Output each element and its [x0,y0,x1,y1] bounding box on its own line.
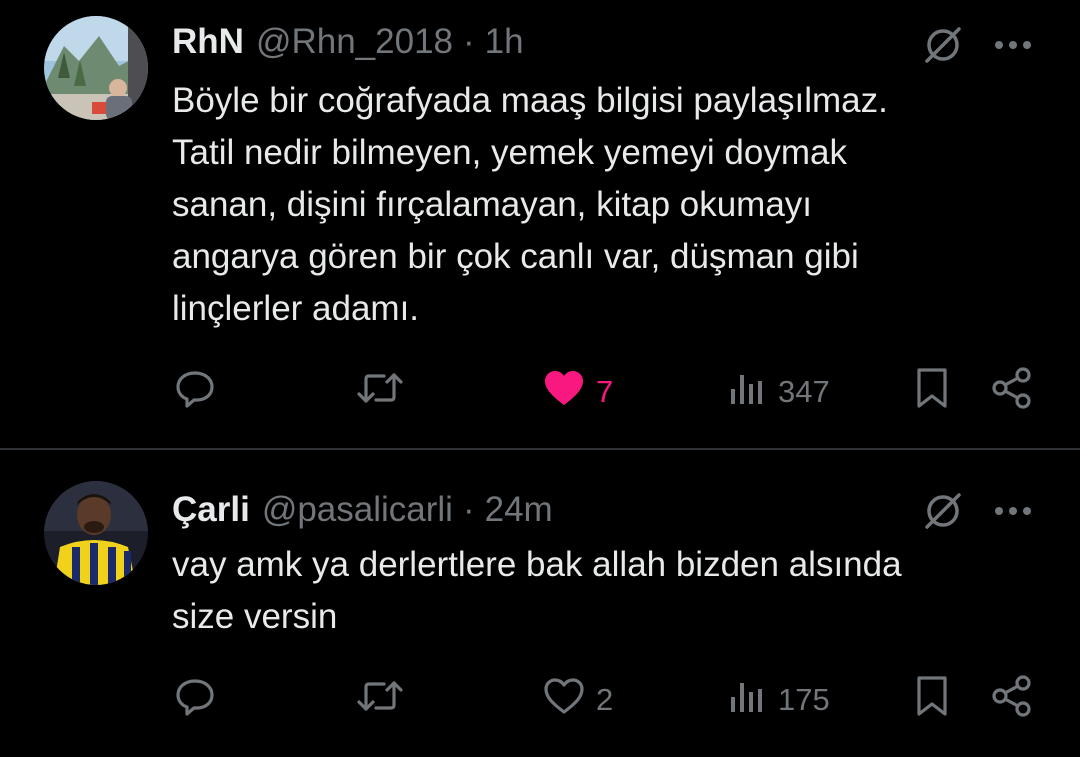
tweet-text-line: linçlerler adamı. [172,289,420,328]
tweet-header: RhN @Rhn_2018 · 1h [172,20,524,64]
username-handle[interactable]: @Rhn_2018 [256,22,453,62]
tweet[interactable]: RhN @Rhn_2018 · 1h Böyle bir coğrafyada … [0,0,1080,449]
avatar[interactable] [44,16,148,120]
view-count: 175 [778,682,830,717]
retweet-button[interactable] [356,678,404,722]
like-button[interactable]: 2 [542,678,613,722]
views-icon [728,367,768,417]
tweet-text-line: Böyle bir coğrafyada maaş bilgisi paylaş… [172,81,888,120]
reply-button[interactable] [174,370,216,414]
views-icon [728,675,768,725]
view-count: 347 [778,374,830,409]
retweet-button[interactable] [356,370,404,414]
tweet-text-line: size versin [172,597,338,636]
bookmark-icon [912,366,952,418]
timestamp[interactable]: 24m [485,490,553,530]
share-button[interactable] [990,367,1034,414]
separator-dot: · [462,490,475,529]
retweet-icon [356,675,404,725]
bookmark-button[interactable] [912,368,952,414]
tweet-header: Çarli @pasalicarli · 24m [172,488,553,532]
retweet-icon [356,367,404,417]
avatar[interactable] [44,481,148,585]
tweet-text-line: angarya gören bir çok canlı var, düşman … [172,237,859,276]
heart-icon [542,367,586,417]
share-button[interactable] [990,675,1034,722]
tweet[interactable]: Çarli @pasalicarli · 24m vay amk ya derl… [0,450,1080,757]
more-icon[interactable] [988,28,1038,62]
bookmark-button[interactable] [912,676,952,722]
tweet-text-line: sanan, dişini fırçalamayan, kitap okumay… [172,185,813,224]
grok-icon[interactable] [920,22,966,68]
grok-icon[interactable] [920,488,966,534]
tweet-text-line: Tatil nedir bilmeyen, yemek yemeyi doyma… [172,133,847,172]
share-icon [990,674,1034,726]
like-button[interactable]: 7 [542,370,613,414]
more-icon[interactable] [988,494,1038,528]
tweet-text: Böyle bir coğrafyada maaş bilgisi paylaş… [172,75,1032,335]
like-count: 2 [596,682,614,717]
heart-icon [542,675,586,725]
reply-button[interactable] [174,678,216,722]
share-icon [990,366,1034,418]
like-count: 7 [596,374,614,409]
reply-icon [174,367,216,417]
views-button[interactable]: 347 [728,370,830,414]
timestamp[interactable]: 1h [485,22,524,62]
views-button[interactable]: 175 [728,678,830,722]
username-handle[interactable]: @pasalicarli [262,490,453,530]
bookmark-icon [912,674,952,726]
reply-icon [174,675,216,725]
separator-dot: · [463,22,475,61]
tweet-text: vay amk ya derlertlere bak allah bizden … [172,539,1032,643]
display-name[interactable]: RhN [172,22,244,62]
tweet-text-line: vay amk ya derlertlere bak allah bizden … [172,545,902,584]
display-name[interactable]: Çarli [172,490,250,530]
